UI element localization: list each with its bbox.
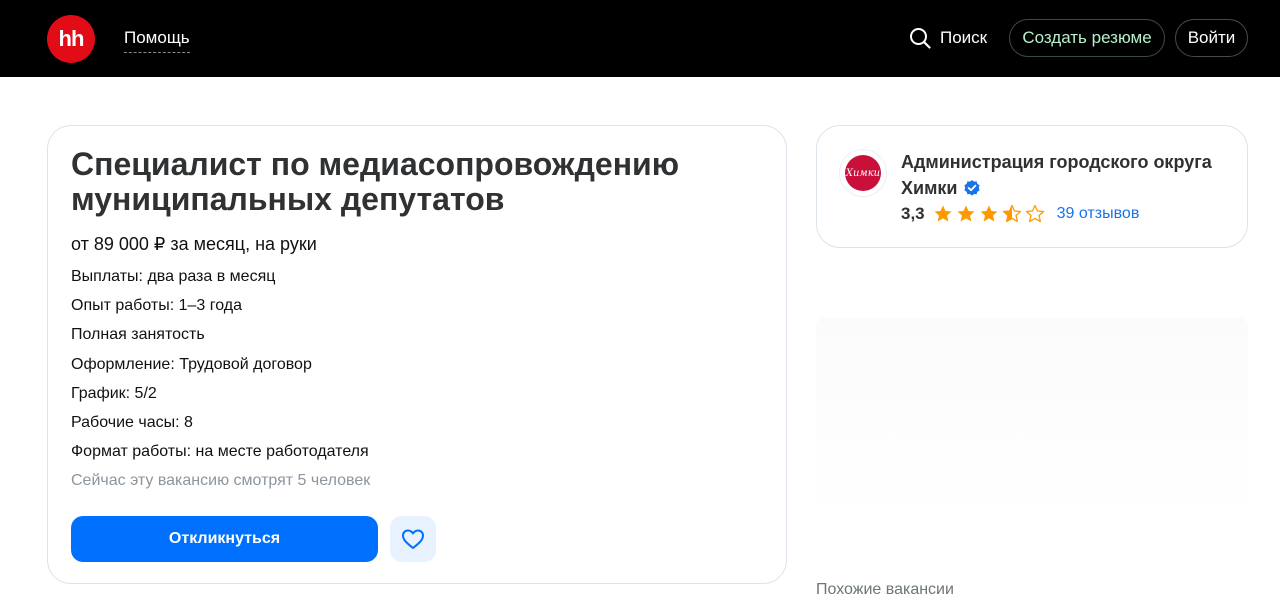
blurred-content-area [816, 318, 1248, 518]
employer-name-text: Администрация городского округа Химки [901, 152, 1212, 198]
search-label: Поиск [940, 28, 988, 47]
logo-text: hh [58, 26, 85, 51]
detail-payouts: Выплаты: два раза в месяц [71, 268, 276, 285]
employer-card: Химки Администрация городского округа Хи… [816, 125, 1248, 248]
vacancy-card: Специалист по медиасопровождению муницип… [47, 125, 787, 584]
rating-value: 3,3 [901, 204, 925, 223]
verified-badge-icon [964, 180, 981, 196]
employer-logo[interactable]: Химки [839, 149, 887, 197]
search-button[interactable]: Поиск [909, 26, 987, 50]
star-half-icon [1002, 204, 1021, 223]
login-button[interactable]: Войти [1175, 19, 1248, 57]
detail-contract: Оформление: Трудовой договор [71, 356, 312, 373]
reviews-link[interactable]: 39 отзывов [1057, 205, 1140, 223]
detail-work-format: Формат работы: на месте работодателя [71, 443, 369, 460]
search-icon [910, 28, 931, 49]
vacancy-title: Специалист по медиасопровождению муницип… [71, 146, 680, 217]
star-full-icon [980, 205, 998, 222]
detail-hours: Рабочие часы: 8 [71, 414, 193, 431]
apply-button[interactable]: Откликнуться [71, 516, 378, 562]
star-full-icon [934, 205, 952, 222]
hh-logo[interactable]: hh [47, 15, 95, 63]
star-full-icon [957, 205, 975, 222]
detail-experience: Опыт работы: 1–3 года [71, 297, 243, 314]
top-header: hh Помощь Поиск Создать резюме Войти [0, 0, 1280, 77]
employer-logo-image: Химки [845, 155, 881, 191]
detail-employment: Полная занятость [71, 326, 205, 343]
help-link[interactable]: Помощь [124, 28, 190, 53]
create-resume-button[interactable]: Создать резюме [1009, 19, 1165, 57]
favorite-button[interactable] [390, 516, 436, 562]
similar-vacancies-heading: Похожие вакансии [816, 581, 954, 598]
detail-schedule: График: 5/2 [71, 385, 157, 402]
rating-stars [933, 204, 1045, 224]
vacancy-salary: от 89 000 ₽ за месяц, на руки [71, 234, 317, 254]
employer-name[interactable]: Администрация городского округа Химки [901, 149, 1231, 201]
viewers-count: Сейчас эту вакансию смотрят 5 человек [71, 472, 371, 489]
heart-icon [402, 529, 424, 549]
rating-row: 3,3 39 отзывов [901, 203, 1139, 225]
star-empty-icon [1025, 204, 1044, 223]
